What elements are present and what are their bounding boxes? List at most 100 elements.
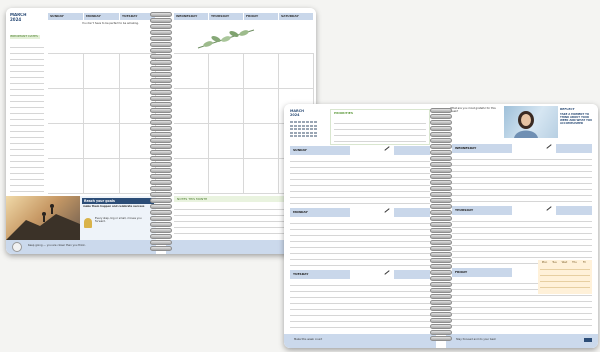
important-dates-lines[interactable] <box>10 42 44 192</box>
mini-calendar-day <box>298 124 301 127</box>
coil-ring <box>150 198 172 203</box>
mini-calendar-day <box>290 121 293 123</box>
weekly-planner-spread: MARCH 2024 PRIORITIES SUNDAY MONDAY TUESDA… <box>284 104 598 348</box>
calendar-day-cell[interactable] <box>279 54 314 89</box>
coil-ring <box>430 138 452 143</box>
mini-calendar-day <box>298 128 301 130</box>
monthly-left-page: MARCH 2024 IMPORTANT DATES SUNDAY MONDAY T… <box>6 8 156 254</box>
coil-ring <box>430 186 452 191</box>
pencil-icon <box>546 206 552 211</box>
tip-text: Every step, big or small, moves you forw… <box>95 217 142 223</box>
coil-ring <box>430 270 452 275</box>
habit-day-label: Tue <box>552 261 557 264</box>
habit-day-label: Fri <box>582 261 587 264</box>
habit-day-label: Thu <box>572 261 577 264</box>
motivation-box: Reach your goals make them happen and ce… <box>80 196 156 240</box>
day-writing-lines[interactable] <box>290 218 430 268</box>
calendar-day-cell[interactable] <box>209 159 244 194</box>
calendar-day-cell[interactable] <box>174 54 209 89</box>
coil-ring <box>430 192 452 197</box>
coil-ring <box>430 222 452 227</box>
calendar-day-cell[interactable] <box>84 89 120 124</box>
coil-ring <box>150 174 172 179</box>
calendar-day-cell[interactable] <box>244 124 279 159</box>
motivation-line: make them happen and celebrate success <box>83 205 145 208</box>
calendar-day-cell[interactable] <box>48 124 84 159</box>
mini-calendar-day <box>298 121 301 123</box>
coil-ring <box>150 54 172 59</box>
calendar-day-cell[interactable] <box>84 159 120 194</box>
day-tab: TUESDAY <box>290 270 350 279</box>
coil-ring <box>430 108 452 113</box>
monthly-planner-spread: MARCH 2024 IMPORTANT DATES SUNDAY MONDAY T… <box>6 8 316 254</box>
priorities-box[interactable]: PRIORITIES <box>330 109 430 145</box>
calendar-day-cell[interactable] <box>174 124 209 159</box>
weekly-right-page: What are you most grateful for this week… <box>446 104 598 348</box>
calendar-day-cell[interactable] <box>209 54 244 89</box>
coil-ring <box>430 150 452 155</box>
mini-calendar-day <box>314 121 317 123</box>
day-tab-secondary <box>556 206 592 215</box>
coil-ring <box>430 318 452 323</box>
coil-ring <box>430 258 452 263</box>
coil-ring <box>150 90 172 95</box>
day-tab: WEDNESDAY <box>452 144 512 153</box>
mini-calendar-day <box>306 124 309 127</box>
calendar-day-cell[interactable] <box>244 54 279 89</box>
calendar-day-cell[interactable] <box>84 54 120 89</box>
calendar-day-cell[interactable] <box>48 159 84 194</box>
mini-calendar-day <box>294 124 297 127</box>
coil-ring <box>150 204 172 209</box>
habit-row[interactable] <box>540 275 590 276</box>
coil-ring <box>150 36 172 41</box>
coil-ring <box>150 60 172 65</box>
coil-ring <box>150 144 172 149</box>
calendar-day-cell[interactable] <box>209 89 244 124</box>
coil-ring <box>150 150 172 155</box>
coil-ring <box>430 330 452 335</box>
day-writing-lines[interactable] <box>290 280 430 330</box>
mini-calendar-day <box>310 121 313 123</box>
day-writing-lines[interactable] <box>452 154 592 204</box>
butterfly-icon <box>84 218 92 228</box>
mini-calendar-day <box>298 131 301 134</box>
mini-calendar-day <box>314 131 317 134</box>
habit-row[interactable] <box>540 287 590 288</box>
coil-ring <box>150 222 172 227</box>
spiral-binding <box>430 108 452 344</box>
calendar-day-cell[interactable] <box>244 89 279 124</box>
mini-calendar-day <box>290 128 293 130</box>
mini-calendar-day <box>302 131 305 134</box>
day-writing-lines[interactable] <box>290 156 430 206</box>
calendar-day-cell[interactable] <box>209 124 244 159</box>
weekday-header: SATURDAY <box>279 13 313 20</box>
weekly-left-days: SUNDAY MONDAY TUESDAY <box>290 146 430 332</box>
coil-ring <box>430 300 452 305</box>
calendar-day-cell[interactable] <box>48 89 84 124</box>
monthly-left-footer: Keep going — you are closer than you thi… <box>6 240 156 254</box>
calendar-day-cell[interactable] <box>84 124 120 159</box>
coil-ring <box>150 240 172 245</box>
coil-ring <box>150 66 172 71</box>
mini-calendar-day <box>290 124 293 127</box>
weekday-header: THURSDAY <box>209 13 243 20</box>
pencil-icon <box>546 144 552 149</box>
calendar-day-cell[interactable] <box>174 89 209 124</box>
day-writing-lines[interactable] <box>452 216 592 266</box>
mini-calendar-day <box>302 124 305 127</box>
habit-tracker[interactable]: Mon Tue Wed Thu Fri <box>538 260 592 294</box>
intro-note: You don't have to be perfect to be amazi… <box>82 22 139 25</box>
weekday-header: MONDAY <box>84 13 119 20</box>
calendar-day-cell[interactable] <box>174 159 209 194</box>
coil-ring <box>150 78 172 83</box>
mini-calendar-day <box>314 128 317 130</box>
calendar-day-cell[interactable] <box>244 159 279 194</box>
coil-ring <box>430 228 452 233</box>
habit-row[interactable] <box>540 269 590 270</box>
calendar-day-cell[interactable] <box>48 54 84 89</box>
coil-ring <box>150 168 172 173</box>
habit-row[interactable] <box>540 281 590 282</box>
coil-ring <box>150 228 172 233</box>
reflect-box: REFLECT TAKE A MOMENT TO THINK ABOUT YOU… <box>560 108 593 125</box>
coil-ring <box>430 336 452 341</box>
